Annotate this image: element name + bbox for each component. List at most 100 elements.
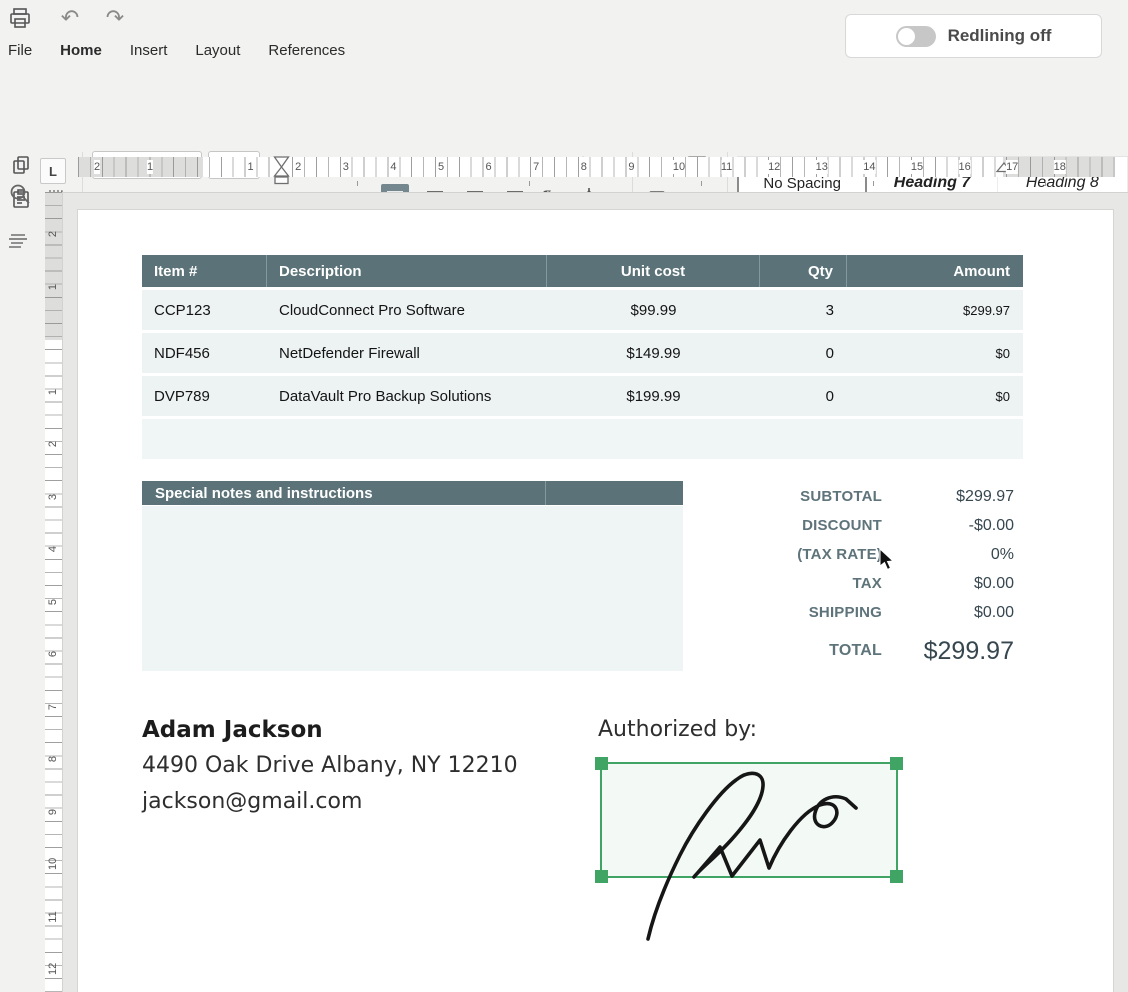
totals-row[interactable]: (TAX RATE)0% [658, 540, 1014, 569]
table-cell[interactable]: 0 [760, 333, 847, 373]
ruler-number: 6 [486, 160, 492, 174]
totals-value: $0.00 [882, 575, 1014, 593]
undo-icon[interactable]: ↶ [56, 6, 84, 30]
ruler-number: 5 [438, 160, 444, 174]
search-icon[interactable] [8, 182, 32, 206]
ruler-number: 7 [47, 701, 59, 713]
menu-home[interactable]: Home [60, 38, 102, 66]
horizontal-ruler[interactable]: 21123456789101112131415161718 [78, 157, 1115, 177]
document-page[interactable]: Item #DescriptionUnit costQtyAmount CCP1… [78, 210, 1113, 992]
resize-handle-se[interactable] [890, 870, 903, 883]
tab-stop-selector[interactable]: L [40, 158, 66, 184]
resize-handle-ne[interactable] [890, 757, 903, 770]
resize-handle-nw[interactable] [595, 757, 608, 770]
totals-label: SUBTOTAL [658, 488, 882, 505]
table-cell[interactable]: $149.99 [547, 333, 760, 373]
table-cell[interactable]: $99.99 [547, 290, 760, 330]
totals-row[interactable]: SHIPPING$0.00 [658, 598, 1014, 627]
notes-body[interactable] [142, 506, 683, 671]
ruler-number: 4 [47, 543, 59, 555]
contact-email[interactable]: jackson@gmail.com [142, 789, 362, 814]
ruler-number: 13 [816, 160, 828, 174]
totals-label: SHIPPING [658, 604, 882, 621]
totals-label: (TAX RATE) [658, 546, 882, 563]
contact-address[interactable]: 4490 Oak Drive Albany, NY 12210 [142, 753, 518, 778]
column-header: Item # [142, 255, 267, 287]
table-cell[interactable]: NDF456 [142, 333, 267, 373]
vertical-ruler[interactable]: 2112345678910111213 [45, 192, 62, 992]
document-outline-icon[interactable] [8, 232, 30, 250]
table-cell[interactable]: $199.99 [547, 376, 760, 416]
contact-name[interactable]: Adam Jackson [142, 717, 323, 743]
menu-layout[interactable]: Layout [195, 38, 240, 66]
ruler-number: 5 [47, 596, 59, 608]
ruler-number: 1 [147, 160, 153, 174]
ruler-number: 16 [958, 160, 970, 174]
table-cell[interactable]: CloudConnect Pro Software [267, 290, 547, 330]
app-window: { "menubar": { "items": ["File", "Home",… [0, 0, 1128, 992]
ruler-number: 3 [47, 491, 59, 503]
ruler-number: 10 [673, 160, 685, 174]
table-cell[interactable]: 0 [760, 376, 847, 416]
redlining-label: Redlining off [948, 26, 1052, 46]
ruler-ticks [45, 192, 62, 992]
totals-value: 0% [882, 546, 1014, 564]
table-cell[interactable]: $299.97 [847, 290, 1023, 330]
notes-header-divider [545, 481, 546, 505]
table-row[interactable]: NDF456NetDefender Firewall$149.990$0 [142, 333, 1023, 373]
authorized-by-label[interactable]: Authorized by: [598, 717, 757, 742]
totals-row[interactable]: TAX$0.00 [658, 569, 1014, 598]
table-cell[interactable]: $0 [847, 333, 1023, 373]
ruler-number: 8 [47, 753, 59, 765]
table-cell[interactable]: DataVault Pro Backup Solutions [267, 376, 547, 416]
totals-value: $0.00 [882, 604, 1014, 622]
resize-handle-sw[interactable] [595, 870, 608, 883]
menu-bar: File Home Insert Layout References [0, 38, 345, 66]
invoice-empty-row[interactable] [142, 419, 1023, 459]
table-cell[interactable]: NetDefender Firewall [267, 333, 547, 373]
menu-references[interactable]: References [268, 38, 345, 66]
ruler-number: 18 [1054, 160, 1066, 174]
menu-insert[interactable]: Insert [130, 38, 168, 66]
ruler-number: 12 [47, 963, 59, 975]
ruler-number: 2 [94, 160, 100, 174]
totals-row[interactable]: DISCOUNT-$0.00 [658, 511, 1014, 540]
ruler-number: 3 [343, 160, 349, 174]
total-label: TOTAL [658, 642, 882, 660]
table-cell[interactable]: $0 [847, 376, 1023, 416]
notes-header[interactable]: Special notes and instructions [142, 481, 683, 505]
ruler-number: 1 [248, 160, 254, 174]
ruler-number: 2 [295, 160, 301, 174]
ruler-number: 2 [47, 228, 59, 240]
invoice-table-body: CCP123CloudConnect Pro Software$99.993$2… [142, 290, 1023, 416]
totals-value: $299.97 [882, 488, 1014, 506]
mouse-cursor [878, 548, 896, 572]
redlining-control: Redlining off [845, 14, 1102, 58]
notes-title: Special notes and instructions [142, 485, 373, 502]
table-row[interactable]: CCP123CloudConnect Pro Software$99.993$2… [142, 290, 1023, 330]
totals-row[interactable]: SUBTOTAL$299.97 [658, 482, 1014, 511]
redo-icon[interactable]: ↷ [101, 6, 129, 30]
copy-icon[interactable] [8, 152, 34, 178]
table-cell[interactable]: DVP789 [142, 376, 267, 416]
totals-label: TAX [658, 575, 882, 592]
table-cell[interactable]: 3 [760, 290, 847, 330]
invoice-table[interactable]: Item #DescriptionUnit costQtyAmount CCP1… [142, 255, 1023, 459]
ruler-number: 1 [47, 386, 59, 398]
ruler-number: 14 [863, 160, 875, 174]
column-header: Qty [760, 255, 847, 287]
redlining-toggle[interactable] [896, 26, 936, 47]
ruler-number: 9 [47, 806, 59, 818]
table-cell[interactable]: CCP123 [142, 290, 267, 330]
ruler-number: 9 [628, 160, 634, 174]
print-icon[interactable] [6, 6, 34, 30]
ruler-number: 8 [581, 160, 587, 174]
ruler-number: 7 [533, 160, 539, 174]
total-row[interactable]: TOTAL $299.97 [658, 634, 1014, 668]
menu-file[interactable]: File [8, 38, 32, 66]
table-row[interactable]: DVP789DataVault Pro Backup Solutions$199… [142, 376, 1023, 416]
totals-label: DISCOUNT [658, 517, 882, 534]
signature-selection-frame[interactable] [600, 762, 898, 878]
ruler-secondary-ticks [78, 180, 1115, 186]
column-header: Amount [847, 255, 1023, 287]
